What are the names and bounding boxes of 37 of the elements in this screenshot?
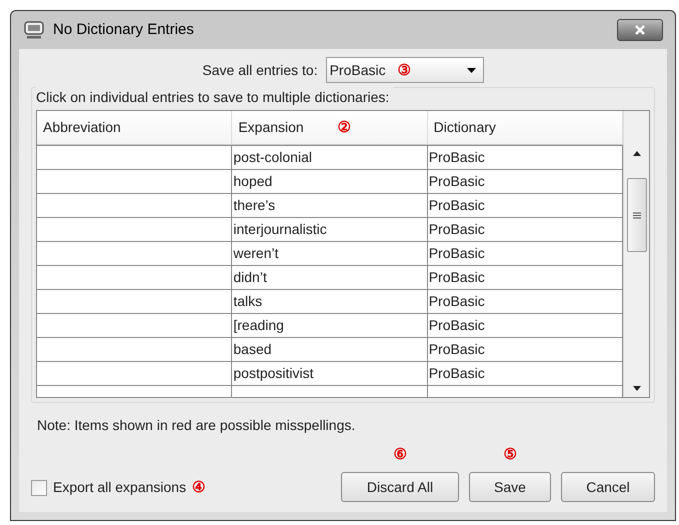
scrollbar[interactable] [623,111,649,397]
save-all-label: Save all entries to: [202,60,318,80]
column-header[interactable]: Abbreviation [37,111,232,144]
table-cell: post-colonial [232,146,428,169]
table-cell: weren’t [232,242,428,265]
checkbox-label: Export all expansions [53,478,186,497]
table-cell: interjournalistic [232,218,428,241]
scroll-down-icon[interactable] [632,386,640,391]
close-icon [634,25,646,35]
export-checkbox[interactable] [31,480,47,496]
callout-number: ⑤ [504,447,516,462]
caret-icon [466,68,476,72]
table-cell: there’s [232,194,428,217]
column-header[interactable]: Expansion ② [232,111,428,144]
monitor-icon [23,20,45,40]
table-cell: talks [232,290,428,313]
close-button[interactable] [617,19,663,41]
callout-number: ④ [192,480,206,495]
window-title: No Dictionary Entries [53,20,194,40]
table-cell: postpositivist [232,362,428,385]
callout-number: ⑥ [394,447,406,462]
table-cell: based [232,338,428,361]
callout-number: ③ [398,62,411,78]
scroll-thumb[interactable] [626,178,646,252]
note-text: Note: Items shown in red are possible misspellings. [37,416,356,435]
dropdown-value: ProBasic [330,60,386,80]
dialog-button[interactable]: Cancel [561,472,655,502]
grip-icon [632,212,640,218]
dictionary-dropdown[interactable]: ProBasic ③ [326,57,484,83]
table-cell: hoped [232,170,428,193]
table-cell: [reading [232,314,428,337]
table-cell: didn’t [232,266,428,289]
dialog-button[interactable]: Discard All [341,472,459,502]
scroll-up-icon[interactable] [632,151,640,156]
group-label: Click on individual entries to save to multiple dictionaries: [36,87,394,108]
dialog-button[interactable]: Save [469,472,551,502]
callout-number: ② [338,120,351,135]
